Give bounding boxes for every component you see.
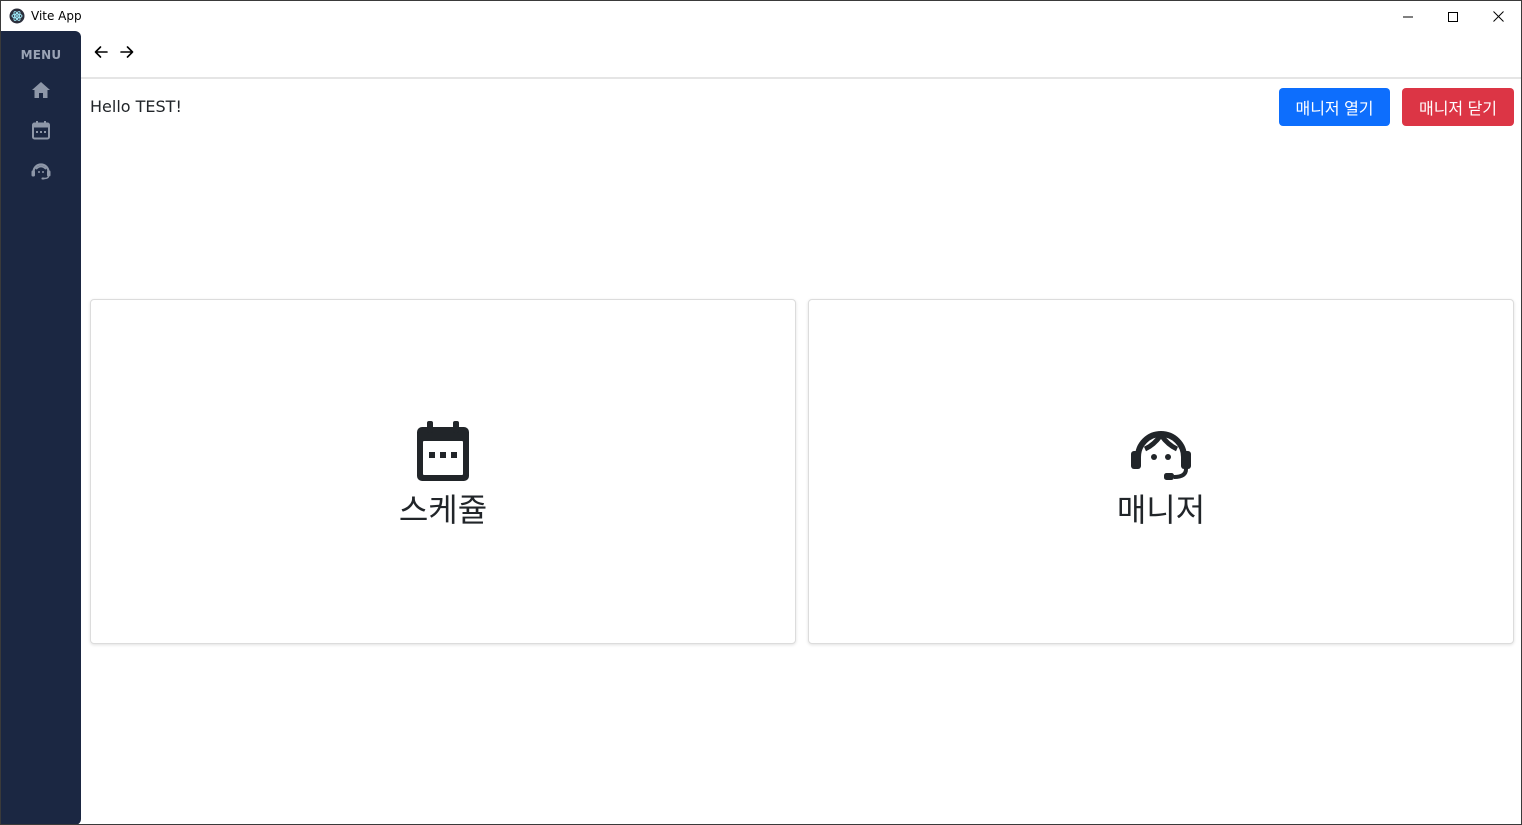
app-window: Vite App MENU Hello TEST! 매니저 열기 매니저 닫기 … xyxy=(0,0,1522,825)
arrow-left-icon xyxy=(93,44,109,64)
headset-icon xyxy=(1129,420,1193,484)
menu-label: MENU xyxy=(20,48,62,62)
maximize-icon xyxy=(1448,7,1458,26)
sidebar-item-manager[interactable] xyxy=(25,156,57,188)
minimize-button[interactable] xyxy=(1385,1,1431,31)
calendar-icon xyxy=(31,120,51,144)
navigation-bar xyxy=(81,31,1521,79)
open-manager-button[interactable]: 매니저 열기 xyxy=(1279,88,1390,126)
schedule-card[interactable]: 스케쥴 xyxy=(90,299,796,644)
schedule-card-label: 스케쥴 xyxy=(398,491,488,529)
close-icon xyxy=(1492,7,1504,26)
manager-card-label: 매니저 xyxy=(1116,491,1206,529)
minimize-icon xyxy=(1403,7,1413,26)
close-manager-button[interactable]: 매니저 닫기 xyxy=(1402,88,1514,126)
back-button[interactable] xyxy=(90,43,112,65)
calendar-icon xyxy=(411,420,475,484)
title-bar[interactable]: Vite App xyxy=(1,1,1521,31)
electron-icon xyxy=(9,8,25,24)
close-window-button[interactable] xyxy=(1475,1,1521,31)
sidebar: MENU xyxy=(1,31,81,824)
manager-card[interactable]: 매니저 xyxy=(808,299,1514,644)
sidebar-item-schedule[interactable] xyxy=(25,116,57,148)
window-title: Vite App xyxy=(31,9,82,23)
home-icon xyxy=(31,81,51,103)
headset-icon xyxy=(30,160,52,184)
sidebar-item-home[interactable] xyxy=(25,76,57,108)
forward-button[interactable] xyxy=(116,43,138,65)
greeting-text: Hello TEST! xyxy=(90,97,182,116)
maximize-button[interactable] xyxy=(1430,1,1476,31)
arrow-right-icon xyxy=(119,44,135,64)
